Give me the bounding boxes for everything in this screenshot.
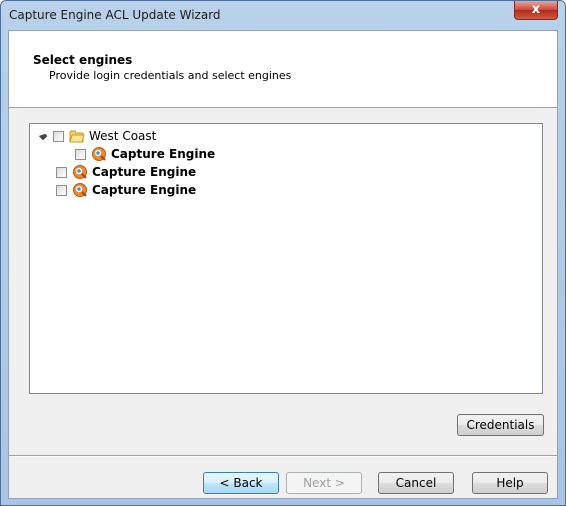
back-button[interactable]: < Back	[203, 472, 279, 494]
tree-item-label: Capture Engine	[111, 147, 216, 161]
cancel-button[interactable]: Cancel	[378, 472, 454, 494]
close-button[interactable]: x	[514, 1, 558, 20]
tree-item-west-coast[interactable]: West Coast	[38, 127, 157, 145]
checkbox-west-coast[interactable]	[53, 130, 64, 142]
title-bar[interactable]: Capture Engine ACL Update Wizard x	[1, 1, 565, 31]
wizard-header: Select engines Provide login credentials…	[9, 31, 557, 108]
capture-engine-icon	[73, 165, 87, 179]
page-subtitle: Provide login credentials and select eng…	[49, 69, 292, 82]
tree-item-capture-engine[interactable]: Capture Engine	[56, 181, 196, 199]
tree-item-label: Capture Engine	[92, 165, 197, 179]
next-button[interactable]: Next >	[286, 472, 362, 494]
tree-item-capture-engine[interactable]: Capture Engine	[56, 163, 196, 181]
engine-tree[interactable]: West Coast Capture Engine Capture Engine…	[29, 123, 543, 394]
checkbox-capture-engine[interactable]	[56, 166, 67, 178]
footer-separator	[9, 455, 557, 457]
dialog-client-area: Select engines Provide login credentials…	[8, 30, 558, 499]
tree-item-capture-engine[interactable]: Capture Engine	[75, 145, 215, 163]
folder-icon	[69, 130, 85, 143]
checkbox-capture-engine[interactable]	[75, 148, 86, 160]
close-icon: x	[531, 2, 541, 17]
page-title: Select engines	[33, 53, 133, 67]
expand-collapse-icon[interactable]	[38, 131, 48, 141]
checkbox-capture-engine[interactable]	[56, 184, 67, 196]
capture-engine-icon	[92, 147, 106, 161]
window-title: Capture Engine ACL Update Wizard	[9, 8, 221, 22]
tree-item-label: Capture Engine	[92, 183, 197, 197]
wizard-window: Capture Engine ACL Update Wizard x Selec…	[0, 0, 566, 506]
tree-item-label: West Coast	[89, 129, 157, 143]
credentials-button[interactable]: Credentials	[457, 414, 544, 436]
help-button[interactable]: Help	[472, 472, 548, 494]
capture-engine-icon	[73, 183, 87, 197]
